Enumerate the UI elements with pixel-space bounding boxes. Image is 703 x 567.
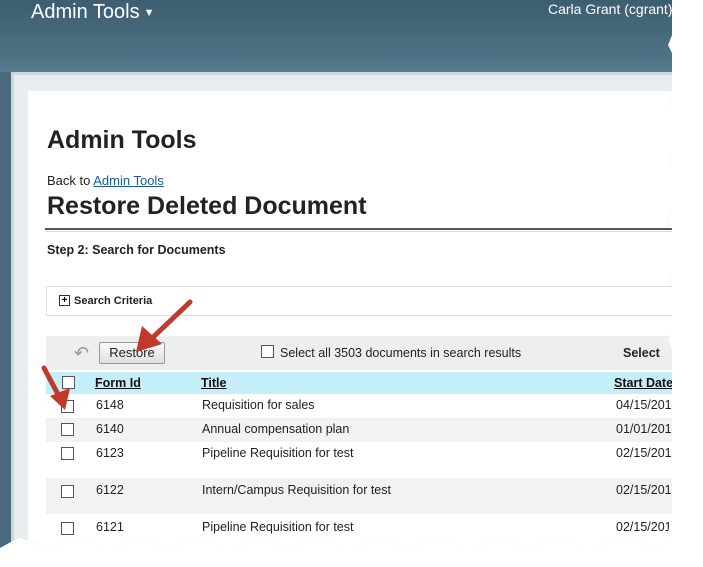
table-row[interactable]: 6140 Annual compensation plan 01/01/2010: [46, 418, 672, 442]
undo-arrow-icon[interactable]: ↶: [74, 344, 89, 362]
page-title: Admin Tools: [47, 126, 197, 154]
arrow-to-checkbox-icon: [41, 365, 70, 410]
expand-plus-icon[interactable]: +: [59, 295, 70, 306]
title-cell: Intern/Campus Requisition for test: [202, 483, 391, 497]
row-checkbox[interactable]: [61, 447, 74, 460]
select-label[interactable]: Select: [623, 346, 660, 360]
table-header: Form Id Title Start Date: [46, 372, 672, 394]
top-bar: Admin Tools ▼ Carla Grant (cgrant): [0, 0, 672, 72]
user-name[interactable]: Carla Grant (cgrant): [548, 1, 672, 17]
start-date-cell: 02/15/2010: [616, 520, 672, 534]
column-title[interactable]: Title: [201, 376, 226, 390]
start-date-cell: 04/15/2010: [616, 398, 672, 412]
title-divider: [45, 228, 672, 230]
admin-tools-menu[interactable]: Admin Tools ▼: [31, 1, 154, 24]
column-form-id[interactable]: Form Id: [95, 376, 141, 390]
title-divider-shadow: [45, 231, 672, 232]
start-date-cell: 02/15/2010: [616, 446, 672, 460]
column-start-date[interactable]: Start Date: [614, 376, 672, 390]
title-cell: Pipeline Requisition for test: [202, 446, 354, 460]
step-heading: Step 2: Search for Documents: [47, 243, 226, 257]
form-id-cell: 6121: [96, 520, 124, 534]
table-row[interactable]: 6122 Intern/Campus Requisition for test …: [46, 478, 672, 514]
row-checkbox[interactable]: [61, 423, 74, 436]
select-all-label: Select all 3503 documents in search resu…: [280, 346, 522, 360]
screenshot-frame: Admin Tools ▼ Carla Grant (cgrant) Admin …: [0, 0, 672, 548]
form-id-cell: 6148: [96, 398, 124, 412]
breadcrumb: Back to Admin Tools: [47, 173, 164, 188]
title-cell: Annual compensation plan: [202, 422, 350, 436]
form-id-cell: 6140: [96, 422, 124, 436]
arrow-to-restore-icon: [136, 299, 193, 352]
form-id-cell: 6122: [96, 483, 124, 497]
form-id-cell: 6123: [96, 446, 124, 460]
caret-down-icon: ▼: [143, 6, 155, 19]
start-date-cell: 02/15/2010: [616, 483, 672, 497]
table-row[interactable]: 6121 Pipeline Requisition for test 02/15…: [46, 514, 672, 548]
page-subtitle: Restore Deleted Document: [47, 192, 367, 220]
back-prefix: Back to: [47, 173, 94, 188]
table-row[interactable]: 6148 Requisition for sales 04/15/2010: [46, 394, 672, 418]
start-date-cell: 01/01/2010: [616, 422, 672, 436]
select-all-checkbox[interactable]: [261, 345, 274, 358]
row-checkbox[interactable]: [61, 522, 74, 535]
admin-tools-link[interactable]: Admin Tools: [93, 173, 164, 188]
brand-label: Admin Tools: [31, 1, 140, 23]
row-checkbox[interactable]: [61, 485, 74, 498]
table-row[interactable]: 6123 Pipeline Requisition for test 02/15…: [46, 442, 672, 478]
title-cell: Requisition for sales: [202, 398, 315, 412]
title-cell: Pipeline Requisition for test: [202, 520, 354, 534]
